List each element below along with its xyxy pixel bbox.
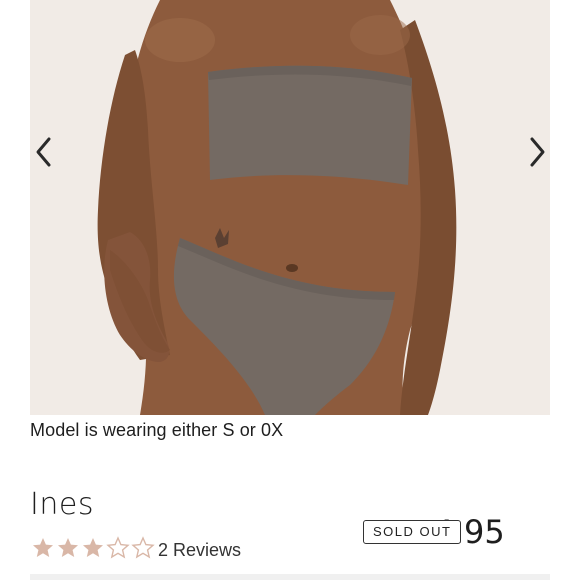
sold-out-badge: SOLD OUT [363,520,462,544]
star-filled-icon [33,538,53,557]
rating-row[interactable]: 2 Reviews [31,536,241,565]
star-rating [31,536,156,565]
chevron-right-icon [530,137,545,167]
product-title: Ines [30,487,94,522]
reviews-link[interactable]: 2 Reviews [158,540,241,561]
gallery-next-button[interactable] [522,132,552,172]
star-filled-icon [83,538,103,557]
gallery-prev-button[interactable] [29,132,59,172]
star-filled-icon [58,538,78,557]
model-size-caption: Model is wearing either S or 0X [30,420,284,440]
chevron-left-icon [36,137,51,167]
product-photo [30,0,550,415]
product-image-gallery[interactable] [0,0,580,415]
price-block: SOLD OUT 4.95 [363,512,505,552]
star-empty-icon [106,536,130,559]
star-empty-icon [131,536,155,559]
bottom-divider [30,574,550,580]
